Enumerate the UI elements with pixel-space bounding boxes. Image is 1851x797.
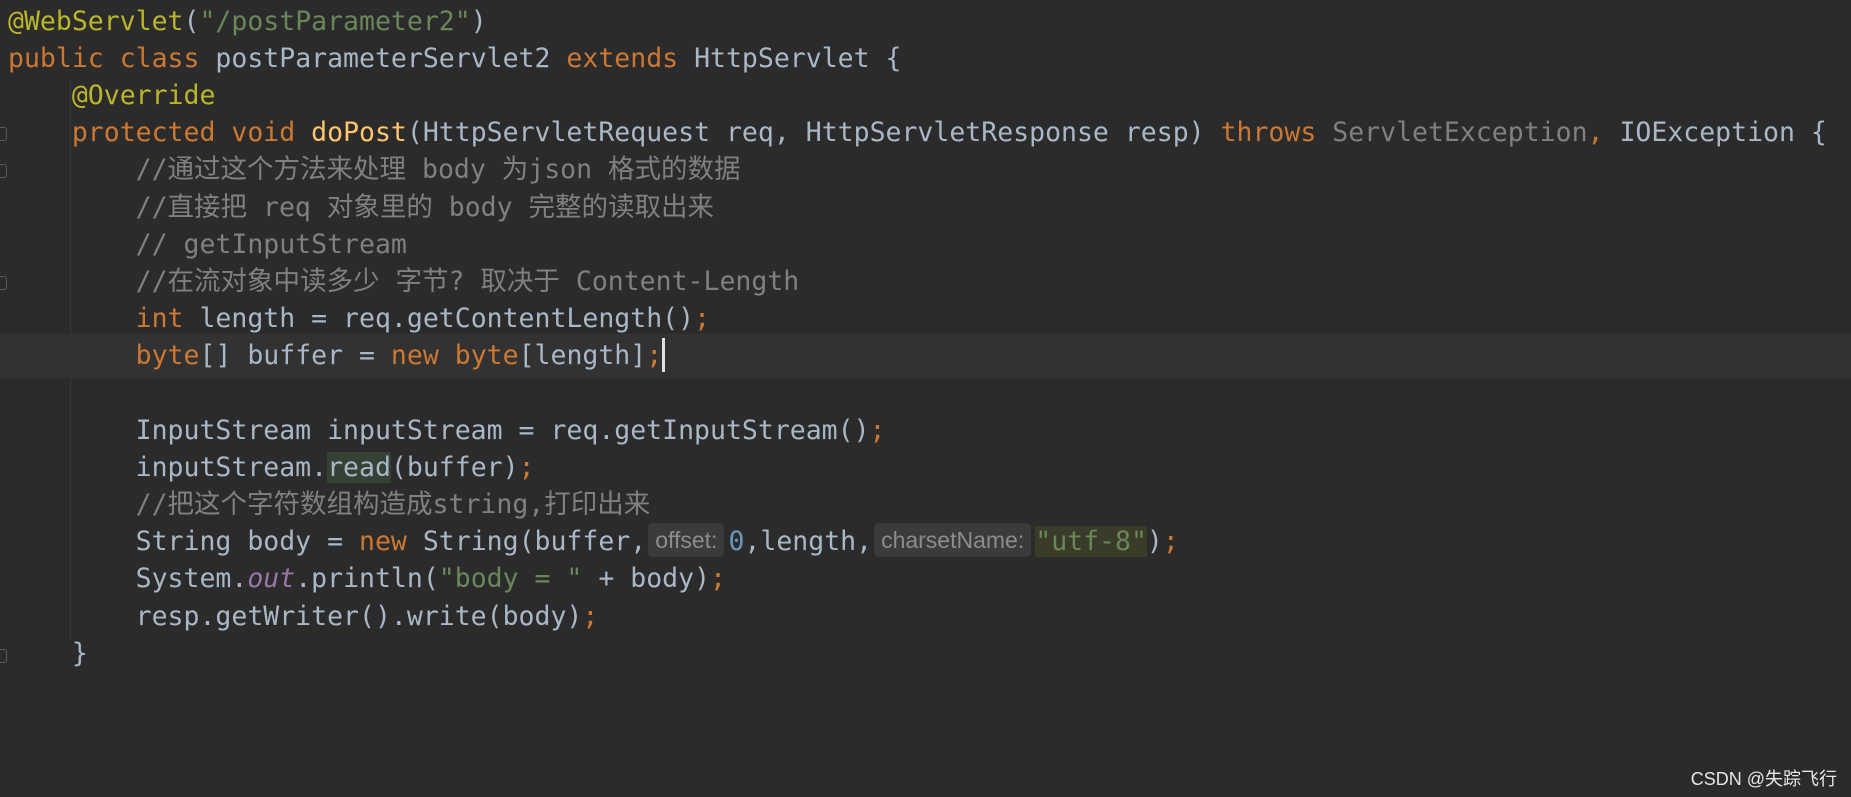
number-literal: 0 — [728, 526, 745, 557]
object-ref: inputStream. — [135, 452, 328, 483]
keyword: protected — [71, 117, 232, 148]
semicolon: ; — [582, 601, 599, 632]
constructor-call: String(buffer, — [422, 526, 647, 557]
string-literal-highlighted: "utf-8" — [1035, 526, 1147, 557]
watermark: CSDN @失踪飞行 — [1690, 769, 1837, 789]
statement: [] buffer = — [199, 340, 391, 371]
code-editor[interactable]: @WebServlet("/postParameter2") public cl… — [0, 0, 1851, 797]
comment: //把这个字符数组构造成string,打印出来 — [135, 489, 651, 520]
keyword: public — [8, 43, 120, 74]
keyword: void — [231, 117, 312, 148]
keyword: extends — [566, 43, 695, 74]
exception-type: IOException { — [1619, 117, 1827, 148]
semicolon: ; — [646, 340, 663, 371]
code-line-18[interactable]: } — [8, 632, 88, 676]
statement: String body = — [135, 526, 360, 557]
statement: (buffer) — [390, 452, 519, 483]
class-name: postParameterServlet2 — [215, 43, 567, 74]
annotation-webservlet: @WebServlet — [8, 6, 184, 37]
code-line-17[interactable]: resp.getWriter().write(body); — [8, 595, 599, 639]
paren: ( — [183, 6, 200, 37]
paren: ) — [470, 6, 487, 37]
annotation-override: @Override — [71, 80, 216, 111]
semicolon: ; — [869, 415, 886, 446]
semicolon: ; — [710, 563, 726, 594]
closing-brace: } — [71, 638, 88, 669]
statement: InputStream inputStream = req.getInputSt… — [135, 415, 870, 446]
keyword: byte — [135, 340, 200, 371]
static-field: out — [247, 563, 296, 594]
keyword: class — [119, 43, 216, 74]
exception-type: ServletException — [1332, 117, 1588, 148]
comment: //通过这个方法来处理 body 为json 格式的数据 — [135, 154, 741, 185]
semicolon: ; — [694, 303, 711, 334]
fold-marker-icon[interactable] — [0, 276, 7, 290]
statement: length = req.getContentLength() — [199, 303, 695, 334]
paren: ) — [1146, 526, 1163, 557]
method-call-highlighted: read — [327, 452, 391, 483]
keyword: int — [135, 303, 200, 334]
comment: //直接把 req 对象里的 body 完整的读取出来 — [135, 192, 715, 223]
statement: [length] — [518, 340, 647, 371]
keyword: new — [359, 526, 423, 557]
semicolon: ; — [518, 452, 535, 483]
statement: resp.getWriter().write(body) — [135, 601, 583, 632]
comma: , — [1587, 117, 1620, 148]
comment: //在流对象中读多少 字节? 取决于 Content-Length — [135, 266, 800, 297]
fold-marker-icon[interactable] — [0, 127, 7, 141]
keyword: new — [390, 340, 455, 371]
super-class: HttpServlet { — [694, 43, 902, 74]
parameter-hint-charset: charsetName: — [874, 523, 1032, 557]
method-call: .println( — [295, 563, 439, 594]
string-literal: "body = " — [438, 563, 583, 594]
method-name: doPost — [311, 117, 407, 148]
code-line-10-current[interactable]: byte[] buffer = new byte[length]; — [0, 334, 1851, 378]
text-caret — [662, 338, 666, 372]
fold-marker-icon[interactable] — [0, 164, 7, 178]
statement: ,length, — [744, 526, 873, 557]
comment: // getInputStream — [135, 229, 407, 260]
keyword: byte — [454, 340, 519, 371]
keyword: throws — [1220, 117, 1333, 148]
string-literal: "/postParameter2" — [199, 6, 471, 37]
fold-marker-icon[interactable] — [0, 649, 7, 663]
class-ref: System. — [135, 563, 248, 594]
semicolon: ; — [1162, 526, 1179, 557]
statement: + body) — [582, 563, 711, 594]
parameter-hint-offset: offset: — [648, 523, 725, 557]
method-params: (HttpServletRequest req, HttpServletResp… — [406, 117, 1221, 148]
